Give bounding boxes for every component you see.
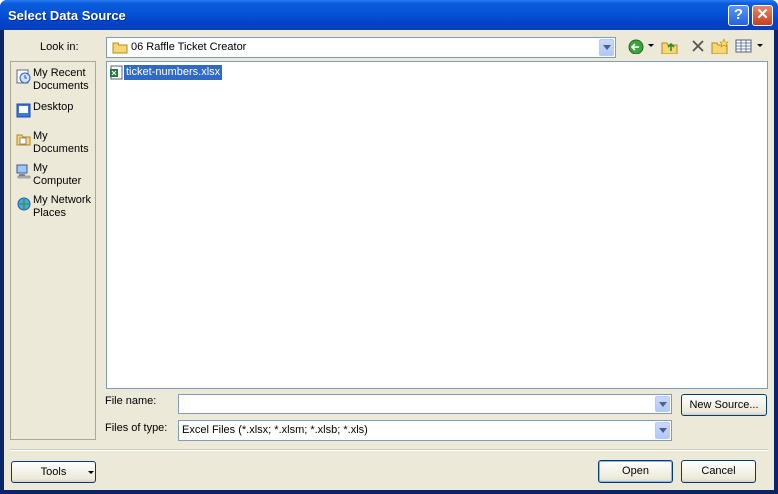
file-name-label: File name: bbox=[105, 395, 157, 407]
views-dropdown-icon[interactable] bbox=[757, 44, 763, 48]
select-data-source-dialog: Select Data Source ? ✕ Look in: 06 Raffl… bbox=[0, 0, 778, 494]
tools-button[interactable]: Tools bbox=[11, 461, 96, 483]
new-source-button[interactable]: New Source... bbox=[681, 394, 767, 416]
network-places-icon bbox=[17, 197, 31, 211]
divider bbox=[10, 449, 768, 451]
desktop-icon bbox=[16, 103, 31, 118]
my-computer-icon bbox=[16, 164, 31, 179]
new-folder-icon[interactable] bbox=[711, 38, 729, 54]
look-in-label: Look in: bbox=[40, 41, 79, 53]
places-item-my-computer[interactable]: My Computer bbox=[13, 161, 95, 191]
close-button[interactable]: ✕ bbox=[752, 5, 773, 26]
places-item-label: My Documents bbox=[33, 130, 89, 155]
places-item-recent-documents[interactable]: My Recent Documents bbox=[13, 66, 95, 96]
back-dropdown-icon[interactable] bbox=[648, 44, 654, 48]
places-item-label: My Network Places bbox=[33, 194, 92, 219]
file-name-field[interactable] bbox=[178, 394, 672, 414]
places-item-desktop[interactable]: Desktop bbox=[13, 100, 95, 130]
back-icon[interactable] bbox=[628, 38, 646, 54]
dialog-body: Look in: 06 Raffle Ticket Creator My Rec… bbox=[4, 30, 774, 490]
recent-documents-icon bbox=[16, 69, 31, 84]
views-icon[interactable] bbox=[735, 38, 753, 54]
files-of-type-value: Excel Files (*.xlsx; *.xlsm; *.xlsb; *.x… bbox=[182, 424, 368, 436]
files-of-type-label: Files of type: bbox=[105, 422, 168, 434]
chevron-down-icon[interactable] bbox=[655, 396, 670, 412]
places-bar: My Recent Documents Desktop My Documents bbox=[10, 61, 96, 440]
places-item-network-places[interactable]: My Network Places bbox=[13, 193, 95, 223]
places-item-my-documents[interactable]: My Documents bbox=[13, 129, 95, 159]
places-item-label: My Computer bbox=[33, 162, 82, 187]
delete-icon[interactable] bbox=[690, 38, 708, 54]
tools-button-label: Tools bbox=[40, 466, 67, 478]
places-item-label: My Recent Documents bbox=[33, 67, 89, 92]
title-bar[interactable]: Select Data Source ? ✕ bbox=[0, 0, 778, 30]
files-of-type-dropdown[interactable]: Excel Files (*.xlsx; *.xlsm; *.xlsb; *.x… bbox=[178, 420, 672, 441]
up-folder-icon[interactable] bbox=[661, 38, 679, 54]
chevron-down-icon[interactable] bbox=[599, 39, 614, 56]
look-in-dropdown[interactable]: 06 Raffle Ticket Creator bbox=[106, 37, 616, 58]
chevron-down-icon bbox=[88, 471, 94, 474]
look-in-value: 06 Raffle Ticket Creator bbox=[131, 41, 247, 53]
open-button[interactable]: Open bbox=[598, 460, 673, 483]
file-name-label: ticket-numbers.xlsx bbox=[122, 64, 224, 81]
my-documents-icon bbox=[16, 134, 31, 146]
excel-file-icon bbox=[110, 65, 123, 80]
chevron-down-icon[interactable] bbox=[655, 422, 670, 439]
cancel-button[interactable]: Cancel bbox=[681, 460, 756, 483]
file-list[interactable]: ticket-numbers.xlsx bbox=[106, 61, 768, 389]
dialog-title: Select Data Source bbox=[8, 8, 126, 23]
folder-icon bbox=[112, 42, 128, 54]
help-button[interactable]: ? bbox=[728, 5, 749, 26]
places-item-label: Desktop bbox=[33, 101, 74, 113]
